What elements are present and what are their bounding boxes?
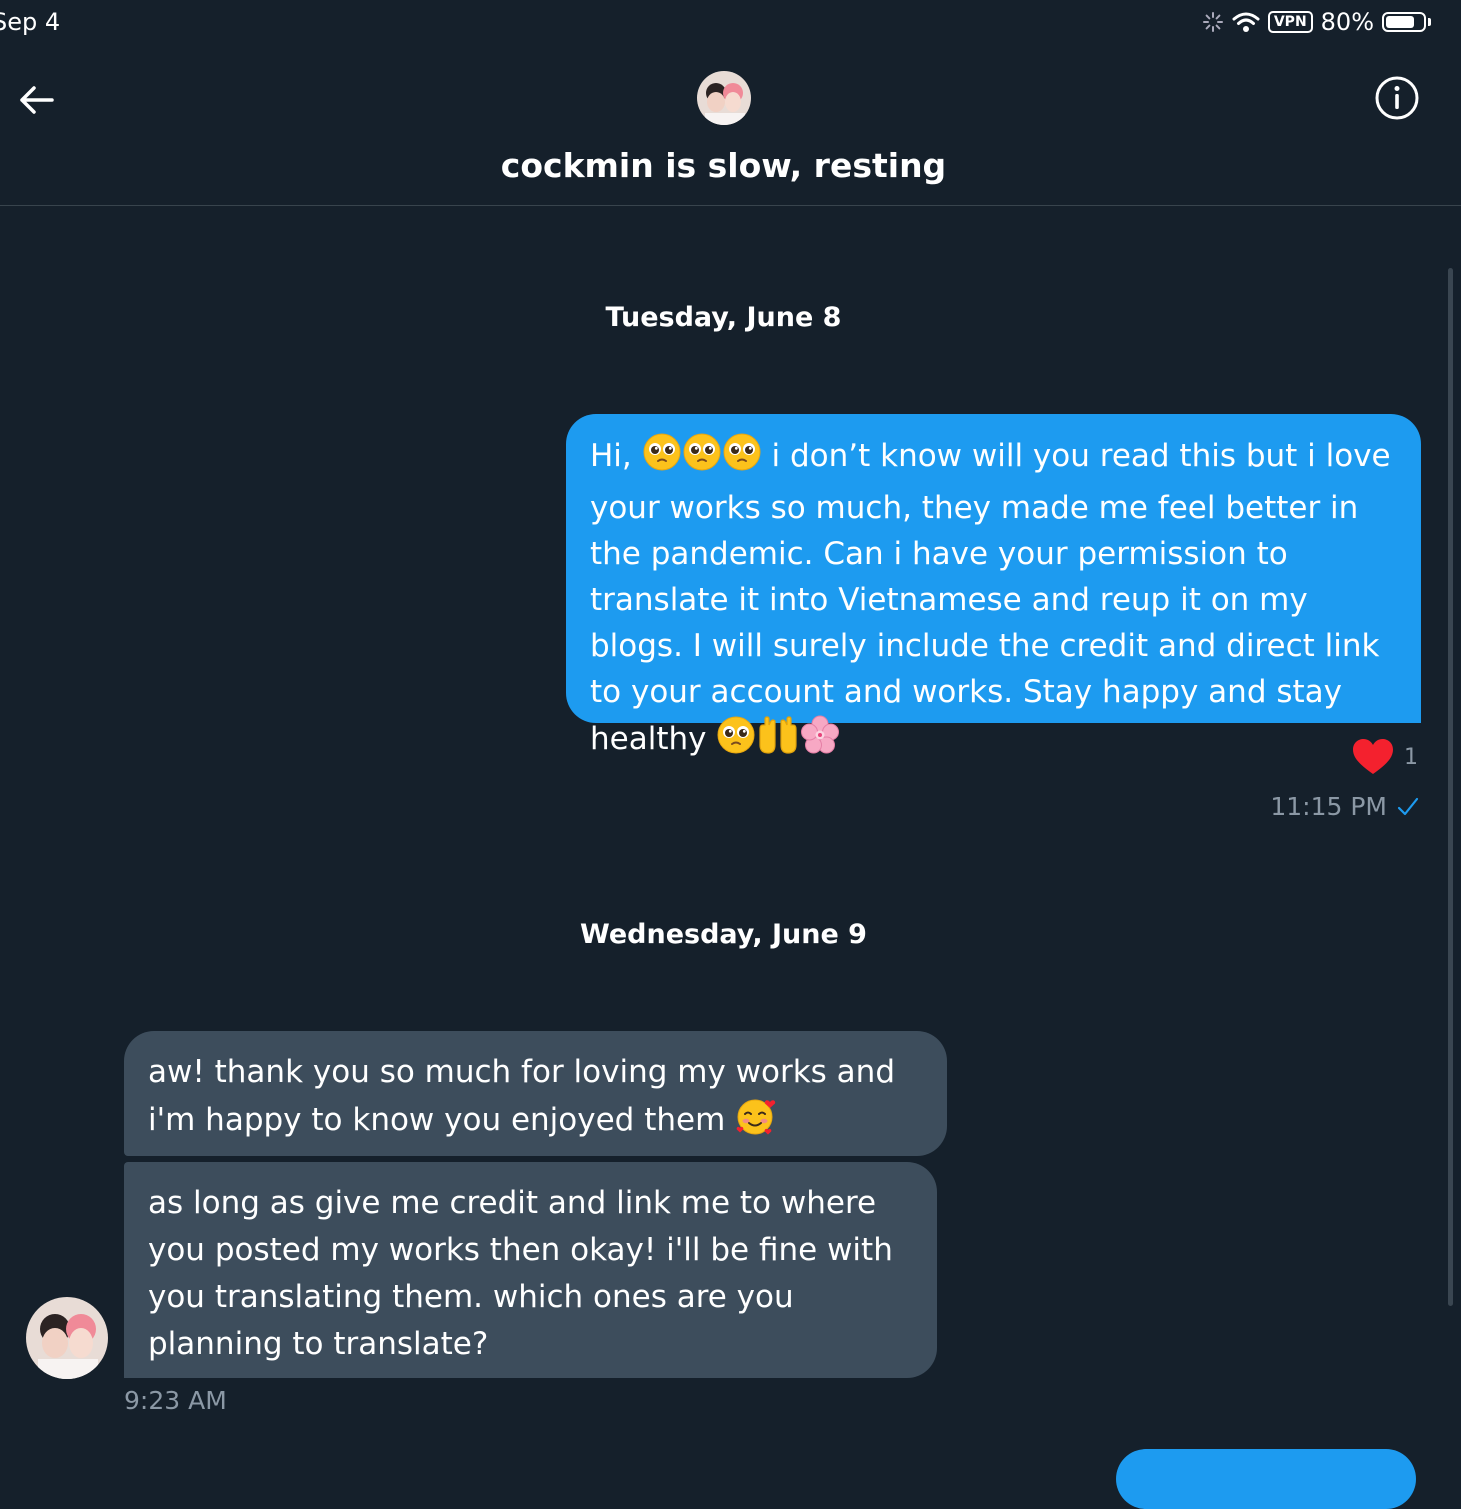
status-bar: Sep 4 VPN 80% xyxy=(0,0,1461,50)
conversation-title: cockmin is slow, resting xyxy=(500,146,947,185)
status-indicators: VPN 80% xyxy=(1202,8,1431,36)
wifi-icon xyxy=(1232,12,1260,32)
pleading-face-emoji xyxy=(642,432,682,485)
activity-spinner-icon xyxy=(1202,12,1223,32)
back-button[interactable] xyxy=(14,78,58,122)
check-icon xyxy=(1397,797,1419,815)
conversation-header: cockmin is slow, resting xyxy=(0,50,1461,206)
message-text: i don’t know will you read this but i lo… xyxy=(590,438,1391,757)
avatar-image xyxy=(26,1297,108,1379)
message-time: 9:23 AM xyxy=(124,1386,227,1415)
date-separator: Wednesday, June 9 xyxy=(580,919,867,950)
pleading-face-emoji xyxy=(682,432,722,485)
battery-fill xyxy=(1386,16,1414,28)
smiling-face-with-hearts-emoji xyxy=(735,1096,777,1150)
message-text: as long as give me credit and link me to… xyxy=(148,1185,893,1362)
cherry-blossom-emoji xyxy=(800,715,840,768)
battery-percentage: 80% xyxy=(1320,8,1374,36)
vpn-badge: VPN xyxy=(1267,11,1313,33)
message-text: Hi, xyxy=(590,438,642,474)
pleading-face-emoji xyxy=(722,432,762,485)
message-time: 11:15 PM xyxy=(1270,792,1387,821)
date-separator: Tuesday, June 8 xyxy=(605,302,842,333)
avatar-image xyxy=(697,71,751,125)
message-text: aw! thank you so much for loving my work… xyxy=(148,1054,895,1138)
pleading-face-emoji xyxy=(716,715,756,768)
heart-icon xyxy=(1353,739,1393,774)
status-time: Sep 4 xyxy=(0,8,61,36)
arrow-left-icon xyxy=(20,86,54,114)
sender-avatar[interactable] xyxy=(26,1297,108,1379)
message-meta: 11:15 PM xyxy=(1270,792,1419,821)
info-button[interactable] xyxy=(1373,74,1421,122)
incoming-message[interactable]: aw! thank you so much for loving my work… xyxy=(124,1031,947,1156)
reaction-count: 1 xyxy=(1404,744,1418,770)
message-reaction[interactable]: 1 xyxy=(1352,738,1418,776)
outgoing-message[interactable]: Hi, i don’t know will you read this but … xyxy=(566,414,1421,757)
scrollbar[interactable] xyxy=(1448,268,1453,1306)
header-avatar[interactable] xyxy=(697,71,751,125)
battery-tip xyxy=(1428,18,1431,26)
incoming-message[interactable]: as long as give me credit and link me to… xyxy=(124,1162,937,1378)
battery-icon xyxy=(1382,12,1426,32)
outgoing-message-partial[interactable] xyxy=(1116,1449,1416,1509)
info-circle-icon xyxy=(1375,76,1419,120)
raised-hands-emoji xyxy=(756,715,800,768)
